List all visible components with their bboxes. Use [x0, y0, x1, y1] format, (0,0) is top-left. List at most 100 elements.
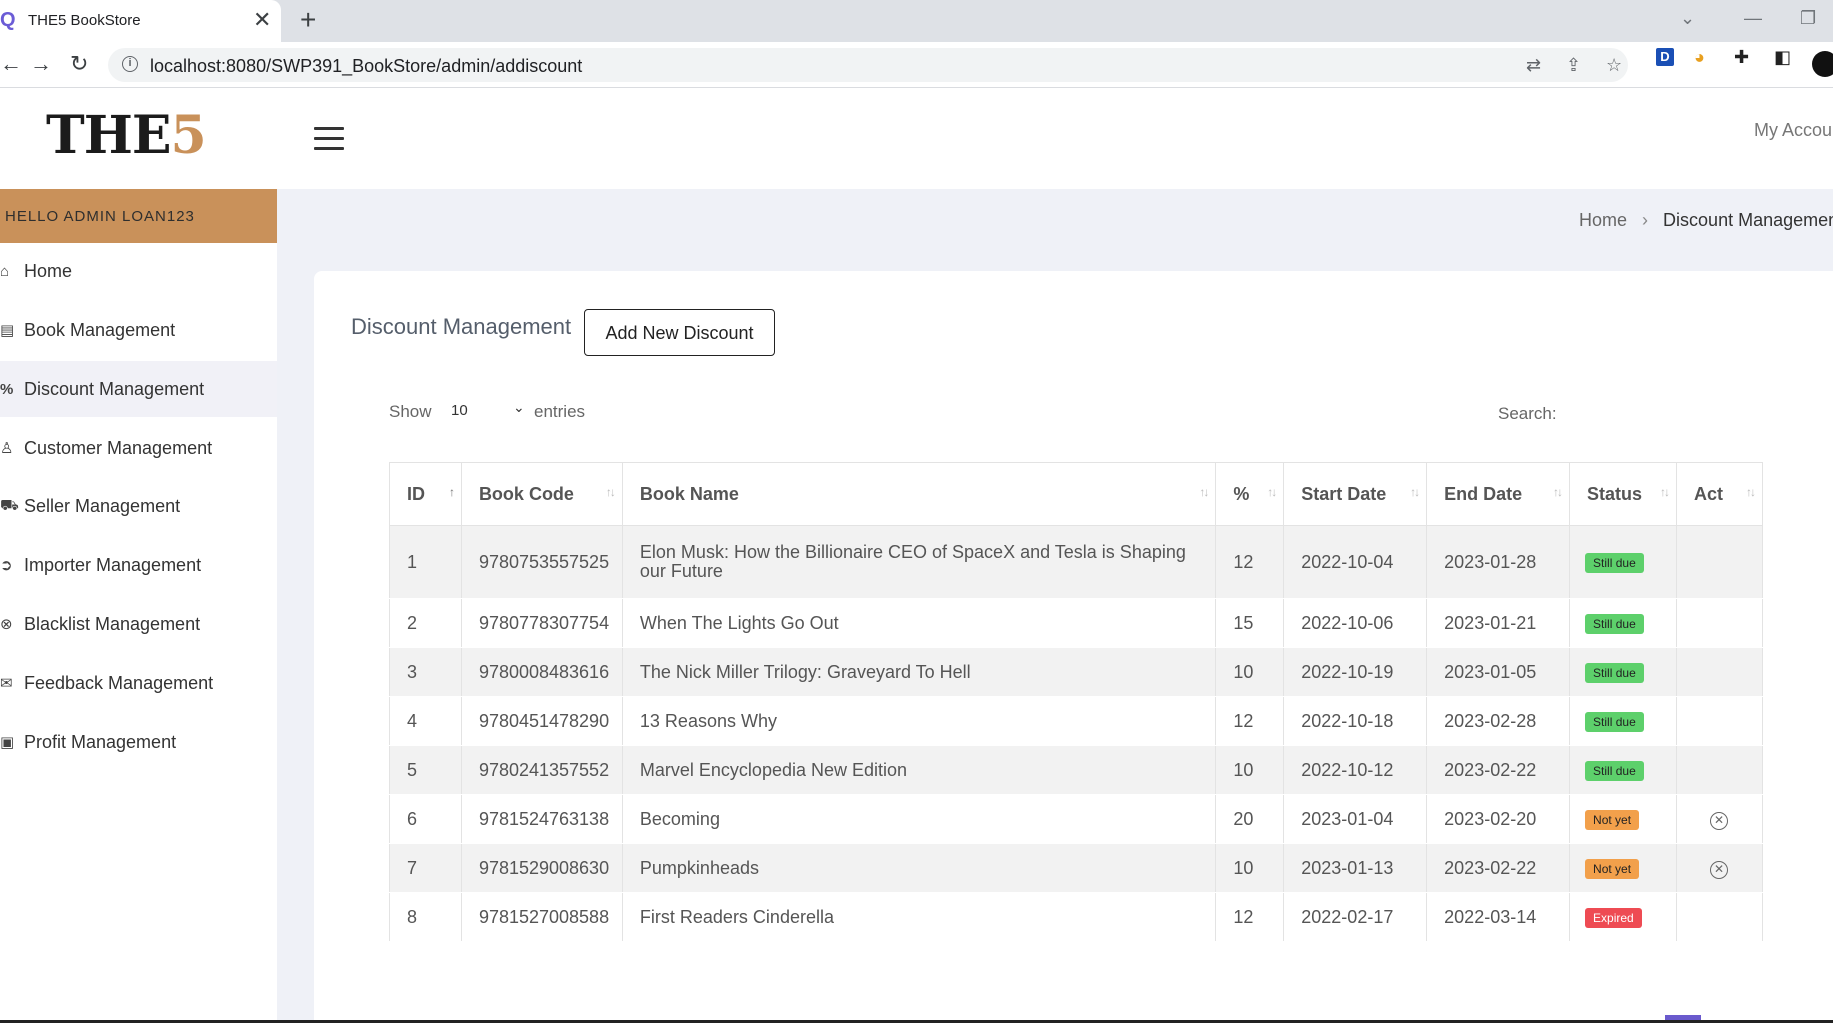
restore-icon[interactable]: ❐	[1800, 8, 1816, 29]
sidebar-item-discount[interactable]: % Discount Management	[0, 361, 277, 417]
cancel-discount-icon[interactable]: ✕	[1710, 812, 1728, 830]
cell-book-code: 9780451478290	[461, 696, 623, 746]
cancel-discount-icon[interactable]: ✕	[1710, 861, 1728, 879]
col-header-end-date[interactable]: End Date ↑↓	[1426, 462, 1571, 526]
new-tab-button[interactable]: +	[300, 6, 316, 34]
import-icon: ➲	[0, 557, 13, 574]
cell-status: Still due	[1569, 745, 1677, 795]
cell-end-date: 2023-02-20	[1426, 794, 1571, 844]
site-info-icon[interactable]: i	[122, 56, 138, 72]
menu-toggle-icon[interactable]	[314, 127, 344, 150]
cell-end-date: 2022-03-14	[1426, 892, 1571, 942]
share-icon[interactable]: ⇪	[1566, 55, 1581, 76]
cell-status: Not yet	[1569, 794, 1677, 844]
cell-id: 4	[389, 696, 462, 746]
discount-table: ID ↑ Book Code ↑↓ Book Name ↑↓ % ↑↓ Start Da…	[389, 462, 1763, 942]
sidebar-item-customer[interactable]: ♙ Customer Management	[0, 420, 277, 476]
breadcrumb-home-link[interactable]: Home	[1579, 210, 1627, 230]
sidebar-item-label: Feedback Management	[24, 672, 214, 693]
cell-status: Still due	[1569, 598, 1677, 648]
browser-toolbar: ← → ↻ i localhost:8080/SWP391_BookStore/…	[0, 42, 1833, 88]
cell-book-name: The Nick Miller Trilogy: Graveyard To He…	[622, 647, 1217, 697]
cell-percent: 12	[1215, 696, 1285, 746]
cell-end-date: 2023-01-05	[1426, 647, 1571, 697]
extension-gauge-icon[interactable]: ◕	[1694, 47, 1705, 68]
col-header-status[interactable]: Status ↑↓	[1569, 462, 1677, 526]
cell-act	[1676, 892, 1763, 942]
col-header-book-name[interactable]: Book Name ↑↓	[622, 462, 1217, 526]
sidebar-item-importer[interactable]: ➲ Importer Management	[0, 537, 277, 593]
mail-icon: ✉	[0, 675, 13, 692]
forward-icon[interactable]: →	[30, 52, 52, 76]
cell-start-date: 2022-10-04	[1283, 525, 1428, 599]
table-row: 2 9780778307754 When The Lights Go Out 15 20…	[389, 598, 1763, 648]
bookmark-star-icon[interactable]: ☆	[1606, 55, 1622, 76]
sort-icon: ↑↓	[1553, 485, 1563, 499]
page-title: Discount Management	[351, 314, 572, 339]
sort-icon: ↑↓	[1746, 485, 1756, 499]
table-row: 1 9780753557525 Elon Musk: How the Billion…	[389, 525, 1763, 599]
percent-icon: %	[0, 380, 14, 398]
cell-act	[1676, 647, 1763, 697]
close-tab-icon[interactable]: ✕	[253, 8, 271, 32]
block-icon: ⊗	[0, 616, 13, 633]
sidebar-item-label: Profit Management	[24, 731, 177, 752]
cell-book-code: 9781527008588	[461, 892, 623, 942]
cell-status: Expired	[1569, 892, 1677, 942]
sidebar-item-home[interactable]: ⌂ Home	[0, 243, 277, 299]
cell-book-name: When The Lights Go Out	[622, 598, 1217, 648]
cell-id: 1	[389, 525, 462, 599]
sort-icon: ↑↓	[1199, 485, 1209, 499]
address-bar[interactable]: i localhost:8080/SWP391_BookStore/admin/…	[108, 48, 1628, 82]
cell-id: 7	[389, 843, 462, 893]
profile-avatar[interactable]	[1812, 51, 1833, 77]
table-row: 3 9780008483616 The Nick Miller Trilogy: G…	[389, 647, 1763, 697]
table-row: 8 9781527008588 First Readers Cinderella 12…	[389, 892, 1763, 942]
discount-card: Discount Management Add New Discount Sho…	[314, 271, 1833, 1031]
cell-id: 2	[389, 598, 462, 648]
entries-select[interactable]: 10 ⌄	[451, 399, 531, 419]
search-label: Search:	[1498, 404, 1557, 423]
side-panel-icon[interactable]: ◧	[1774, 47, 1791, 68]
cell-book-name: First Readers Cinderella	[622, 892, 1217, 942]
status-badge: Still due	[1585, 663, 1644, 683]
cell-act	[1676, 745, 1763, 795]
table-header-row: ID ↑ Book Code ↑↓ Book Name ↑↓ % ↑↓ Start Da…	[389, 462, 1763, 526]
col-header-start-date[interactable]: Start Date ↑↓	[1283, 462, 1428, 526]
address-url[interactable]: localhost:8080/SWP391_BookStore/admin/ad…	[150, 56, 582, 77]
sidebar-item-label: Home	[24, 260, 73, 281]
col-header-book-code[interactable]: Book Code ↑↓	[461, 462, 623, 526]
entries-select-value: 10	[451, 402, 468, 419]
my-account-link[interactable]: My Accou	[1754, 120, 1832, 141]
cell-start-date: 2023-01-13	[1283, 843, 1428, 893]
cell-id: 6	[389, 794, 462, 844]
reload-icon[interactable]: ↻	[70, 52, 88, 76]
breadcrumb-separator-icon: ›	[1642, 210, 1649, 230]
chevron-down-icon: ⌄	[513, 399, 525, 415]
extension-d-icon[interactable]: D	[1656, 48, 1674, 66]
extensions-puzzle-icon[interactable]: ✚	[1734, 47, 1749, 68]
sidebar-item-feedback[interactable]: ✉ Feedback Management	[0, 655, 277, 711]
col-header-id[interactable]: ID ↑	[389, 462, 462, 526]
col-header-percent[interactable]: % ↑↓	[1215, 462, 1285, 526]
sidebar-item-seller[interactable]: ⛟ Seller Management	[0, 478, 277, 534]
browser-tab[interactable]: Q THE5 BookStore ✕	[0, 0, 281, 42]
col-header-act[interactable]: Act ↑↓	[1676, 462, 1763, 526]
cell-book-name: 13 Reasons Why	[622, 696, 1217, 746]
sidebar-item-label: Blacklist Management	[24, 613, 201, 634]
cell-status: Still due	[1569, 696, 1677, 746]
sidebar-item-profit[interactable]: ▣ Profit Management	[0, 714, 277, 770]
book-icon: ▤	[0, 322, 15, 339]
breadcrumb: Home › Discount Management	[1579, 210, 1833, 231]
back-icon[interactable]: ←	[0, 52, 22, 76]
site-logo[interactable]: THE5	[46, 105, 207, 166]
tab-search-icon[interactable]: ⌄	[1680, 8, 1695, 29]
status-badge: Still due	[1585, 761, 1644, 781]
cell-start-date: 2022-02-17	[1283, 892, 1428, 942]
translate-icon[interactable]: ⇄	[1526, 55, 1541, 76]
add-new-discount-button[interactable]: Add New Discount	[584, 309, 775, 356]
sidebar-item-blacklist[interactable]: ⊗ Blacklist Management	[0, 596, 277, 652]
sidebar-item-book[interactable]: ▤ Book Management	[0, 302, 277, 358]
minimize-icon[interactable]: —	[1744, 8, 1762, 29]
sort-icon: ↑↓	[1660, 485, 1670, 499]
